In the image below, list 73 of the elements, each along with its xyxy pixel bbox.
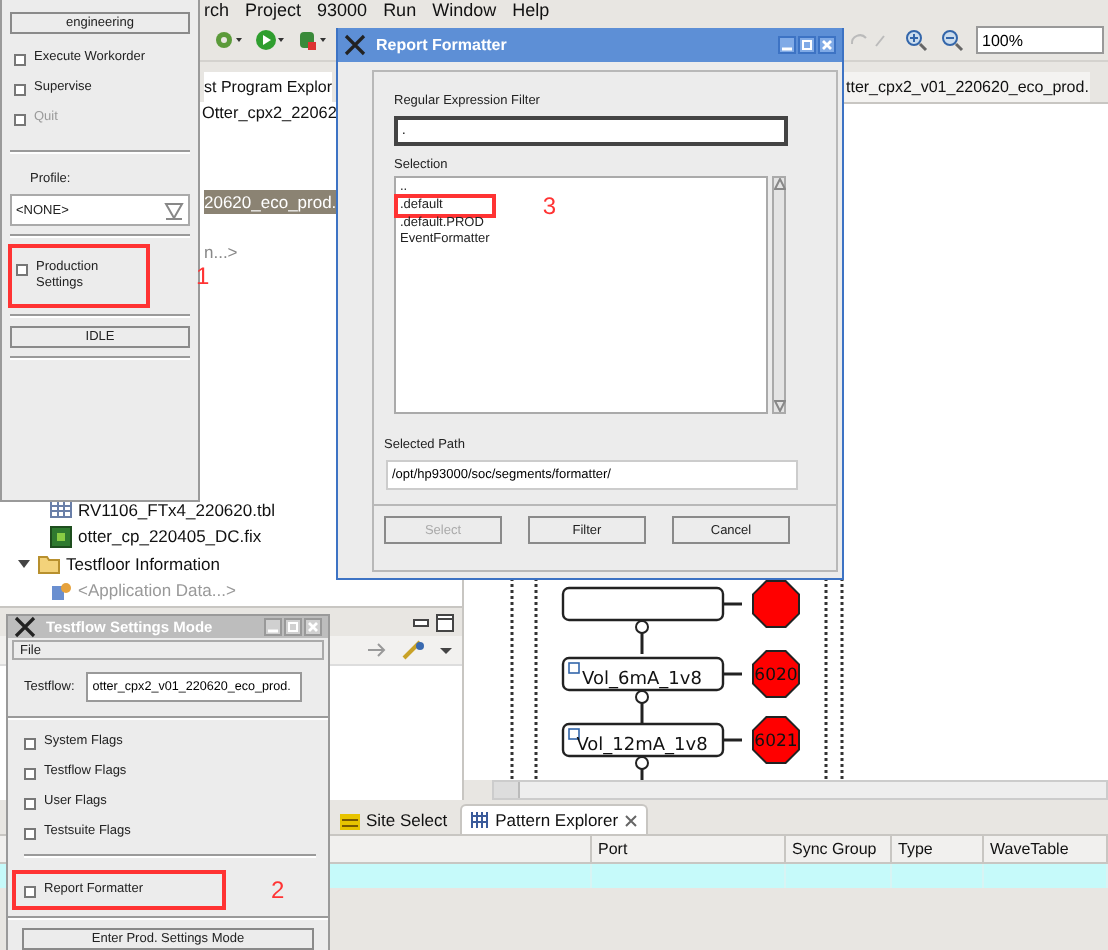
minimize-icon	[412, 613, 430, 631]
column-header[interactable]: Type	[892, 834, 984, 864]
maximize-icon	[798, 36, 816, 54]
menu-item[interactable]: Project	[245, 0, 302, 20]
play-icon	[254, 28, 286, 52]
tree-item[interactable]: n...>	[204, 240, 238, 264]
arrow-icon	[366, 640, 390, 660]
table-file-icon	[50, 498, 72, 521]
table-cell[interactable]	[786, 864, 892, 888]
x-logo-icon	[344, 34, 366, 56]
window-title: Report Formatter	[376, 36, 507, 54]
menu-item[interactable]: Help	[512, 0, 550, 20]
column-header[interactable]: WaveTable	[984, 834, 1108, 864]
menu-item[interactable]: Run	[383, 0, 417, 20]
zoom-in-icon	[904, 28, 928, 52]
table-cell[interactable]	[892, 864, 984, 888]
connector-line	[635, 620, 649, 654]
minimize-icon	[778, 36, 796, 54]
zoom-field[interactable]: 100%	[976, 26, 1104, 54]
zoom-out-icon	[940, 28, 964, 52]
menu-item[interactable]: Window	[432, 0, 497, 20]
checkbox[interactable]	[24, 886, 36, 898]
scroll-down-icon	[773, 400, 785, 412]
bin-marker: 6020	[752, 650, 800, 698]
bin-marker	[752, 580, 800, 628]
tool-icon	[402, 640, 426, 660]
checkbox[interactable]	[24, 768, 36, 780]
tree-item[interactable]: RV1106_FTx4_220620.tbl	[78, 499, 275, 520]
x-logo-icon	[14, 616, 36, 638]
editor-tab[interactable]: tter_cpx2_v01_220620_eco_prod.	[844, 72, 1091, 102]
dropdown-arrow-icon	[164, 200, 184, 220]
table-cell[interactable]	[592, 864, 786, 888]
scroll-thumb[interactable]	[494, 782, 520, 798]
tree-item[interactable]: 20620_eco_prod.	[204, 190, 341, 214]
connector-line	[722, 672, 742, 676]
scroll-up-icon	[773, 178, 785, 190]
checkbox[interactable]	[14, 84, 26, 96]
site-icon	[340, 810, 360, 830]
menu-item[interactable]: rch	[204, 0, 230, 20]
tree-item[interactable]: Testfloor Information	[66, 553, 221, 574]
view-tab[interactable]: st Program Explor	[204, 72, 333, 102]
checkbox[interactable]	[24, 738, 36, 750]
column-header[interactable]: Sync Group	[786, 834, 892, 864]
bin-marker: 6021	[752, 716, 800, 764]
checkbox[interactable]	[24, 798, 36, 810]
close-icon	[624, 813, 639, 827]
debug-icon	[296, 28, 328, 52]
annotation-number: 2	[271, 876, 285, 904]
menu-item[interactable]: 93000	[317, 0, 368, 20]
checkbox[interactable]	[14, 54, 26, 66]
column-header[interactable]: Port	[592, 834, 786, 864]
connector-line	[635, 690, 649, 724]
scrollbar[interactable]	[492, 780, 1108, 800]
annotation-number: 3	[542, 192, 557, 220]
grid-icon	[469, 810, 490, 830]
flow-node: Vol_6mA_1v8	[561, 656, 725, 692]
tree-item[interactable]: otter_cp_220405_DC.fix	[78, 526, 262, 547]
annotation-number: 1	[196, 262, 210, 290]
maximize-icon	[436, 613, 454, 631]
flow-node: Vol_12mA_1v8	[561, 722, 725, 758]
file-icon	[50, 525, 72, 548]
connector-line	[722, 602, 742, 606]
connector-line	[722, 738, 742, 742]
table-cell[interactable]	[984, 864, 1108, 888]
close-icon	[818, 36, 836, 54]
checkbox[interactable]	[16, 264, 28, 276]
breadcrumb: Otter_cpx2_22062	[202, 104, 337, 122]
view-tab[interactable]: Pattern Explorer	[459, 804, 649, 834]
folder-icon	[38, 552, 60, 575]
checkbox[interactable]	[24, 828, 36, 840]
scrollbar[interactable]	[772, 176, 786, 414]
data-icon	[50, 579, 72, 602]
view-tab[interactable]: Site Select	[332, 806, 456, 834]
